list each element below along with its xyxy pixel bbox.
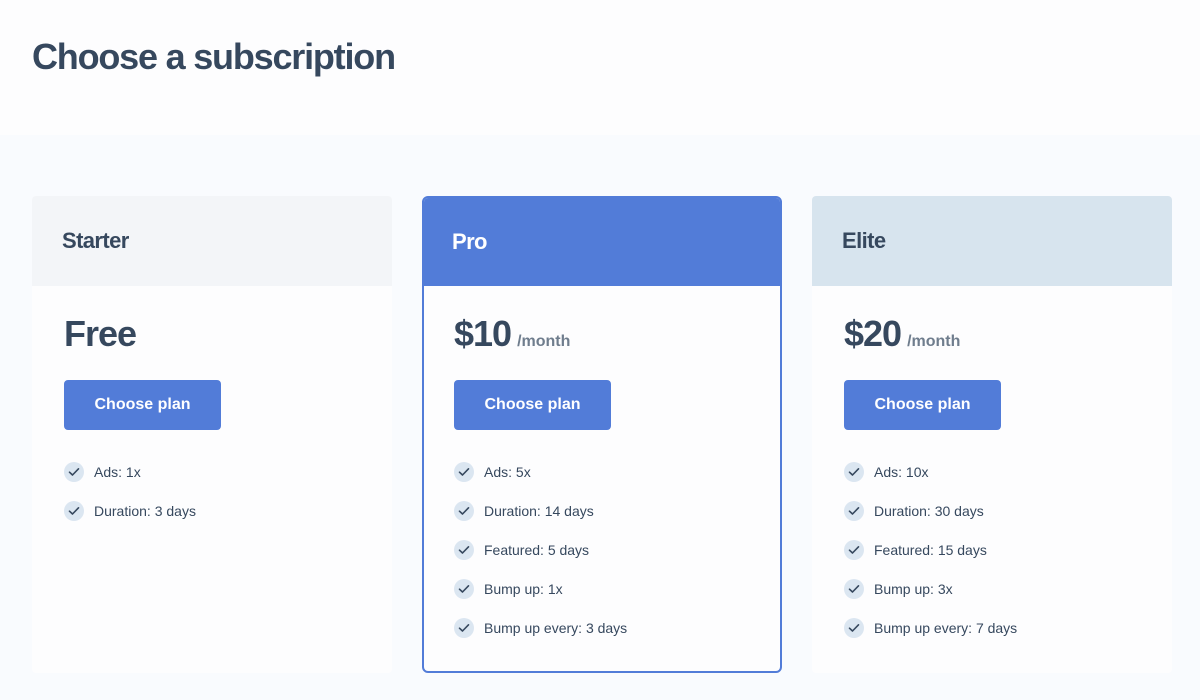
- feature-label: Bump up: 3x: [874, 580, 953, 597]
- feature-label: Bump up every: 3 days: [484, 619, 628, 636]
- feature-list: Ads: 5x Duration: 14 days Featured: 5 da…: [454, 452, 780, 647]
- check-icon: [844, 461, 864, 482]
- price-row: $20 /month: [844, 310, 1172, 358]
- check-icon: [454, 578, 474, 599]
- feature-label: Featured: 5 days: [484, 541, 590, 558]
- check-icon: [844, 578, 864, 599]
- check-icon: [64, 500, 84, 521]
- feature-item: Ads: 1x: [64, 452, 392, 491]
- check-icon: [844, 539, 864, 560]
- plan-period: /month: [907, 333, 961, 350]
- feature-item: Featured: 5 days: [454, 530, 780, 569]
- feature-list: Ads: 10x Duration: 30 days Featured: 15 …: [844, 452, 1172, 647]
- check-icon: [454, 617, 474, 638]
- check-icon: [454, 539, 474, 560]
- feature-label: Ads: 1x: [94, 463, 141, 480]
- price-row: Free: [64, 310, 392, 358]
- feature-item: Ads: 10x: [844, 452, 1172, 491]
- plan-card-starter: Starter Free Choose plan Ads: 1x Duratio…: [32, 196, 392, 673]
- feature-item: Bump up: 3x: [844, 569, 1172, 608]
- page-title: Choose a subscription: [32, 36, 396, 77]
- plan-header: Starter: [32, 196, 392, 286]
- feature-item: Duration: 3 days: [64, 491, 392, 530]
- price-row: $10 /month: [454, 310, 780, 358]
- feature-label: Duration: 3 days: [94, 502, 196, 519]
- plan-name: Starter: [62, 228, 129, 253]
- feature-label: Bump up: 1x: [484, 580, 563, 597]
- plan-price: $20: [844, 313, 902, 354]
- choose-plan-button[interactable]: Choose plan: [844, 380, 1001, 430]
- check-icon: [454, 500, 474, 521]
- check-icon: [844, 617, 864, 638]
- feature-label: Ads: 5x: [484, 463, 531, 480]
- choose-plan-button[interactable]: Choose plan: [454, 380, 611, 430]
- feature-label: Featured: 15 days: [874, 541, 987, 558]
- plan-card-pro: Pro $10 /month Choose plan Ads: 5x Durat…: [422, 196, 782, 673]
- feature-item: Ads: 5x: [454, 452, 780, 491]
- feature-label: Duration: 30 days: [874, 502, 984, 519]
- plan-name: Pro: [452, 229, 487, 254]
- plan-card-elite: Elite $20 /month Choose plan Ads: 10x Du…: [812, 196, 1172, 673]
- check-icon: [64, 461, 84, 482]
- plan-body: $20 /month Choose plan Ads: 10x Duration…: [812, 286, 1172, 647]
- plan-name: Elite: [842, 228, 886, 253]
- plan-price: $10: [454, 313, 512, 354]
- plans-section: Starter Free Choose plan Ads: 1x Duratio…: [0, 135, 1200, 700]
- check-icon: [844, 500, 864, 521]
- choose-plan-button[interactable]: Choose plan: [64, 380, 221, 430]
- feature-label: Ads: 10x: [874, 463, 929, 480]
- plan-body: $10 /month Choose plan Ads: 5x Duration:…: [424, 286, 780, 647]
- plan-header: Elite: [812, 196, 1172, 286]
- feature-item: Duration: 30 days: [844, 491, 1172, 530]
- feature-label: Duration: 14 days: [484, 502, 594, 519]
- plan-period: /month: [517, 333, 571, 350]
- feature-item: Duration: 14 days: [454, 491, 780, 530]
- feature-item: Bump up every: 7 days: [844, 608, 1172, 647]
- feature-item: Featured: 15 days: [844, 530, 1172, 569]
- plan-header: Pro: [424, 198, 780, 286]
- plan-body: Free Choose plan Ads: 1x Duration: 3 day…: [32, 286, 392, 530]
- feature-item: Bump up every: 3 days: [454, 608, 780, 647]
- feature-label: Bump up every: 7 days: [874, 619, 1018, 636]
- page-header: Choose a subscription: [0, 0, 1200, 135]
- check-icon: [454, 461, 474, 482]
- plan-price: Free: [64, 313, 137, 354]
- feature-item: Bump up: 1x: [454, 569, 780, 608]
- feature-list: Ads: 1x Duration: 3 days: [64, 452, 392, 530]
